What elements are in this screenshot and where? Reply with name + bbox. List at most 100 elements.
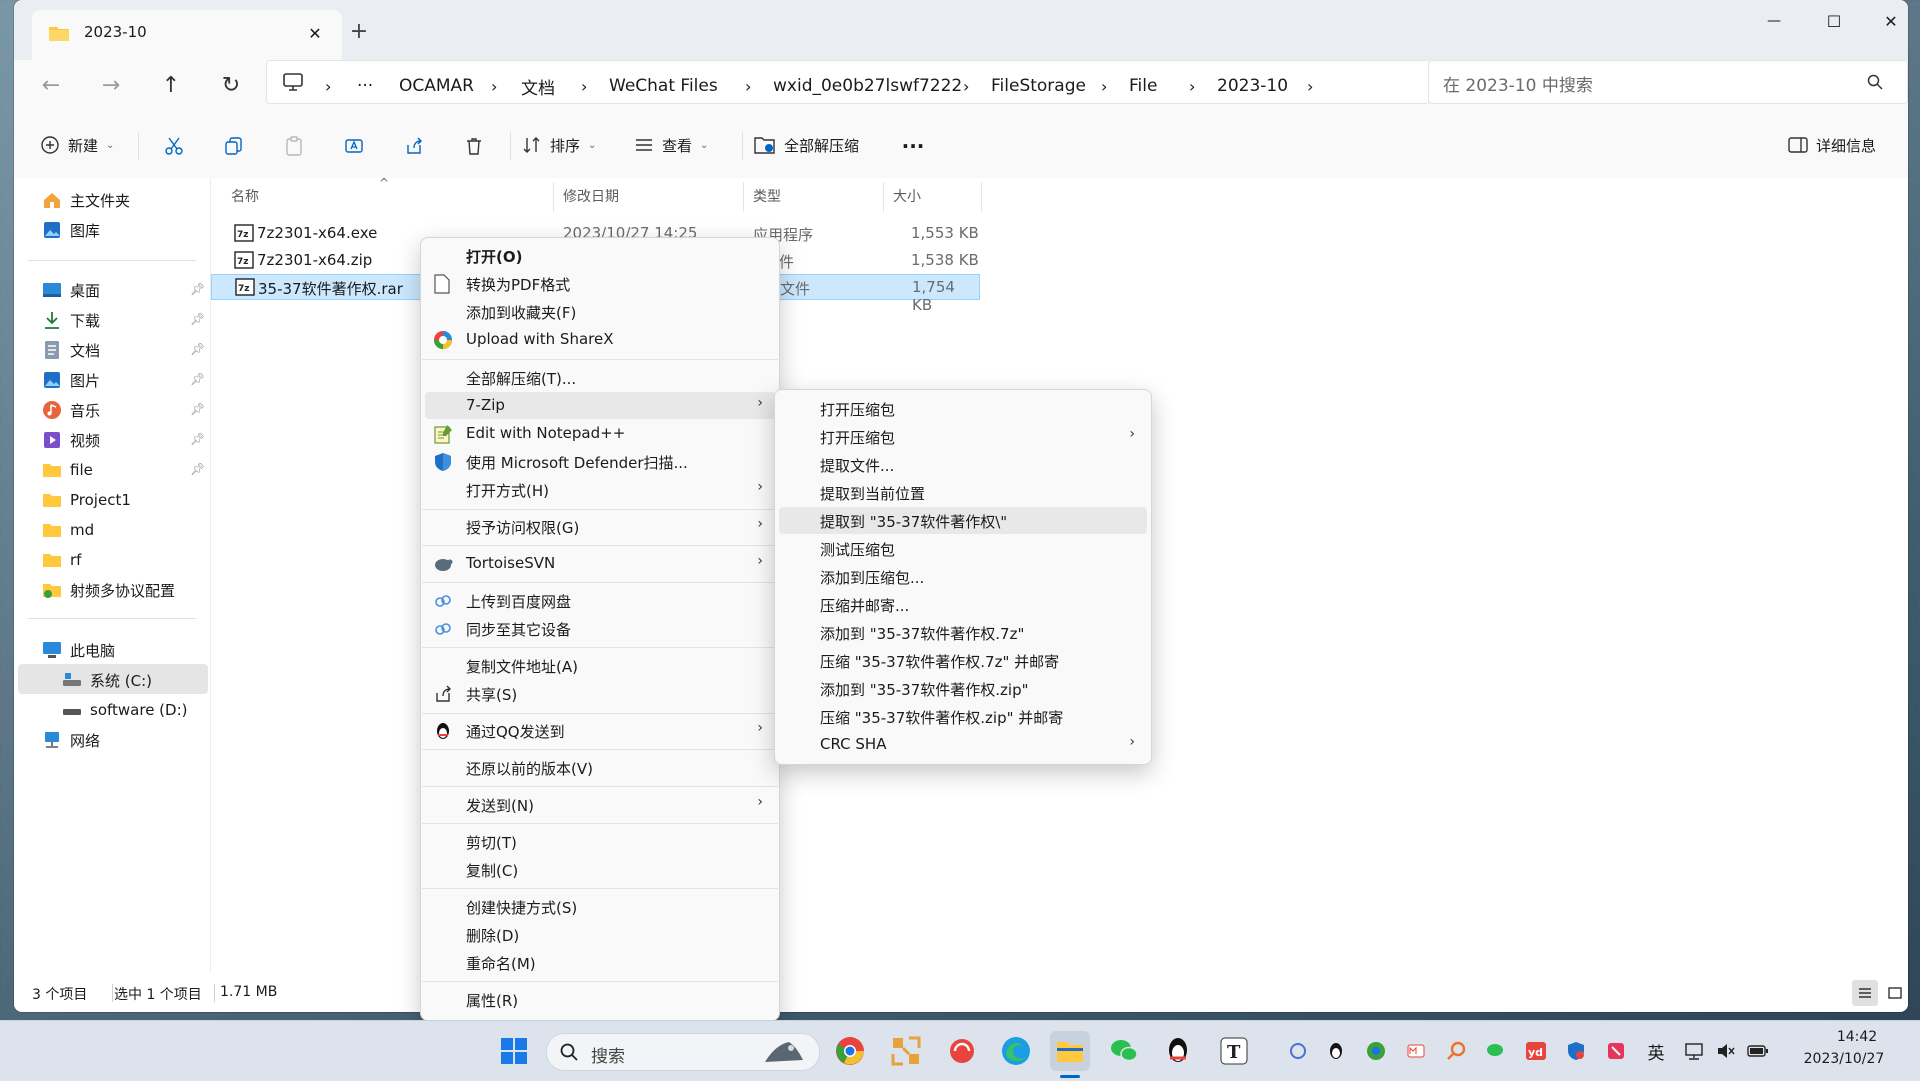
menu-item-add-to-archive[interactable]: 添加到压缩包... (779, 563, 1147, 590)
rename-icon[interactable] (340, 132, 368, 160)
menu-item-open-with[interactable]: 打开方式(H) › (425, 476, 775, 503)
menu-item-restore-versions[interactable]: 还原以前的版本(V) (425, 754, 775, 781)
close-tab-icon[interactable]: ✕ (304, 22, 326, 44)
ime-indicator[interactable]: 英 (1644, 1039, 1668, 1064)
chrome-icon[interactable] (830, 1031, 870, 1071)
back-arrow-icon[interactable]: ← (36, 70, 66, 100)
menu-item-extract-files[interactable]: 提取文件... (779, 451, 1147, 478)
sidebar-item-file[interactable]: file (42, 456, 93, 484)
wechat-tray-icon[interactable] (1484, 1039, 1508, 1063)
menu-item-cut[interactable]: 剪切(T) (425, 828, 775, 855)
pin-icon[interactable]: 📌︎ (190, 432, 205, 446)
sidebar-item-drive-d[interactable]: software (D:) (62, 696, 188, 724)
search-box[interactable]: 在 2023-10 中搜索 (1428, 60, 1908, 104)
menu-item-open-archive[interactable]: 打开压缩包 (779, 395, 1147, 422)
more-options-icon[interactable]: ··· (898, 132, 928, 160)
app-tray-icon[interactable] (1604, 1039, 1628, 1063)
sidebar-item-downloads[interactable]: 下载 (42, 306, 100, 334)
column-divider[interactable] (743, 182, 744, 212)
menu-item-extract-to-folder[interactable]: 提取到 "35-37软件著作权\" (779, 507, 1147, 534)
column-divider[interactable] (553, 182, 554, 212)
breadcrumb-item[interactable]: WeChat Files (609, 69, 718, 103)
column-divider[interactable] (981, 182, 982, 212)
clock-time[interactable]: 14:42 (1812, 1029, 1902, 1045)
details-view-icon[interactable] (1852, 980, 1878, 1006)
column-header-type[interactable]: 类型 (753, 186, 781, 206)
sidebar-item-drive-c[interactable]: 系统 (C:) (62, 666, 152, 694)
breadcrumb-item[interactable]: FileStorage (991, 69, 1086, 103)
paste-icon[interactable] (280, 132, 308, 160)
menu-item-share[interactable]: 共享(S) (425, 680, 775, 707)
menu-item-send-qq[interactable]: 通过QQ发送到 › (425, 717, 775, 744)
pin-icon[interactable]: 📌︎ (190, 282, 205, 296)
menu-item-add-to-zip[interactable]: 添加到 "35-37软件著作权.zip" (779, 675, 1147, 702)
details-button[interactable]: 详细信息 (1788, 130, 1876, 160)
menu-item-convert-pdf[interactable]: 转换为PDF格式 (425, 270, 775, 297)
battery-icon[interactable] (1746, 1039, 1770, 1063)
menu-item-create-shortcut[interactable]: 创建快捷方式(S) (425, 893, 775, 920)
sidebar-item-pictures[interactable]: 图片 (42, 366, 100, 394)
column-header-size[interactable]: 大小 (893, 186, 921, 206)
menu-item-test-archive[interactable]: 测试压缩包 (779, 535, 1147, 562)
column-divider[interactable] (883, 182, 884, 212)
pin-icon[interactable]: 📌︎ (190, 342, 205, 356)
network-status-icon[interactable] (1682, 1039, 1706, 1063)
wechat-icon[interactable] (1104, 1031, 1144, 1071)
edge-icon[interactable] (996, 1031, 1036, 1071)
sidebar-item-this-pc[interactable]: 此电脑 (42, 636, 115, 664)
sidebar-item-rf-config[interactable]: 射频多协议配置 (42, 576, 175, 604)
tab-2023-10[interactable]: 2023-10 ✕ (32, 10, 342, 60)
menu-item-defender[interactable]: 使用 Microsoft Defender扫描... (425, 448, 775, 475)
sidebar-item-project1[interactable]: Project1 (42, 486, 131, 514)
sync-tray-icon[interactable] (1286, 1039, 1310, 1063)
menu-item-delete[interactable]: 删除(D) (425, 921, 775, 948)
cut-icon[interactable] (160, 132, 188, 160)
forward-arrow-icon[interactable]: → (96, 70, 126, 100)
youdao-tray-icon[interactable]: yd (1524, 1039, 1548, 1063)
menu-item-open-archive-submenu[interactable]: 打开压缩包 › (779, 423, 1147, 450)
tiles-view-icon[interactable] (1882, 980, 1908, 1006)
menu-item-open[interactable]: 打开(O) (425, 242, 775, 269)
sidebar-item-md[interactable]: md (42, 516, 94, 544)
menu-item-crc-sha[interactable]: CRC SHA › (779, 731, 1147, 758)
menu-item-grant-access[interactable]: 授予访问权限(G) › (425, 513, 775, 540)
maximize-button[interactable]: ☐ (1814, 4, 1854, 38)
mail-tray-icon[interactable] (1404, 1039, 1428, 1063)
menu-item-sharex[interactable]: Upload with ShareX (425, 326, 775, 353)
clock-date[interactable]: 2023/10/27 (1786, 1051, 1902, 1067)
sort-button[interactable]: 排序 ⌄ (522, 130, 596, 160)
menu-item-properties[interactable]: 属性(R) (425, 986, 775, 1013)
menu-item-extract-here[interactable]: 提取到当前位置 (779, 479, 1147, 506)
typora-icon[interactable]: T (1214, 1031, 1254, 1071)
refresh-icon[interactable]: ↻ (216, 70, 246, 100)
pin-icon[interactable]: 📌︎ (190, 312, 205, 326)
menu-item-7zip[interactable]: 7-Zip › (425, 392, 775, 419)
pin-icon[interactable]: 📌︎ (190, 402, 205, 416)
sidebar-item-documents[interactable]: 文档 (42, 336, 100, 364)
volume-muted-icon[interactable] (1714, 1039, 1738, 1063)
column-header-modified[interactable]: 修改日期 (563, 186, 619, 206)
menu-item-compress-7z-email[interactable]: 压缩 "35-37软件著作权.7z" 并邮寄 (779, 647, 1147, 674)
menu-item-copy[interactable]: 复制(C) (425, 856, 775, 883)
menu-item-notepadpp[interactable]: Edit with Notepad++ (425, 420, 775, 447)
menu-item-tortoisesvn[interactable]: TortoiseSVN › (425, 550, 775, 577)
security-tray-icon[interactable] (1564, 1039, 1588, 1063)
breadcrumb-item[interactable]: 文档 (521, 69, 555, 103)
extract-all-button[interactable]: 全部解压缩 (754, 130, 859, 160)
file-explorer-taskbar-icon[interactable] (1050, 1031, 1090, 1071)
share-icon[interactable] (400, 132, 428, 160)
menu-item-send-to[interactable]: 发送到(N) › (425, 791, 775, 818)
chrome-tray-icon[interactable] (1364, 1039, 1388, 1063)
menu-item-add-to-7z[interactable]: 添加到 "35-37软件著作权.7z" (779, 619, 1147, 646)
menu-item-baidu-upload[interactable]: 上传到百度网盘 (425, 587, 775, 614)
menu-item-compress-email[interactable]: 压缩并邮寄... (779, 591, 1147, 618)
taskbar-search-box[interactable]: 搜索 (546, 1033, 820, 1071)
menu-item-extract-all[interactable]: 全部解压缩(T)... (425, 364, 775, 391)
vpn-app-icon[interactable] (886, 1031, 926, 1071)
search-input[interactable]: 在 2023-10 中搜索 (1443, 71, 1593, 96)
delete-icon[interactable] (460, 132, 488, 160)
menu-item-copy-path[interactable]: 复制文件地址(A) (425, 652, 775, 679)
column-header-name[interactable]: 名称 (231, 186, 259, 206)
mail-app-icon[interactable] (942, 1031, 982, 1071)
windows-start-icon[interactable] (494, 1031, 534, 1071)
